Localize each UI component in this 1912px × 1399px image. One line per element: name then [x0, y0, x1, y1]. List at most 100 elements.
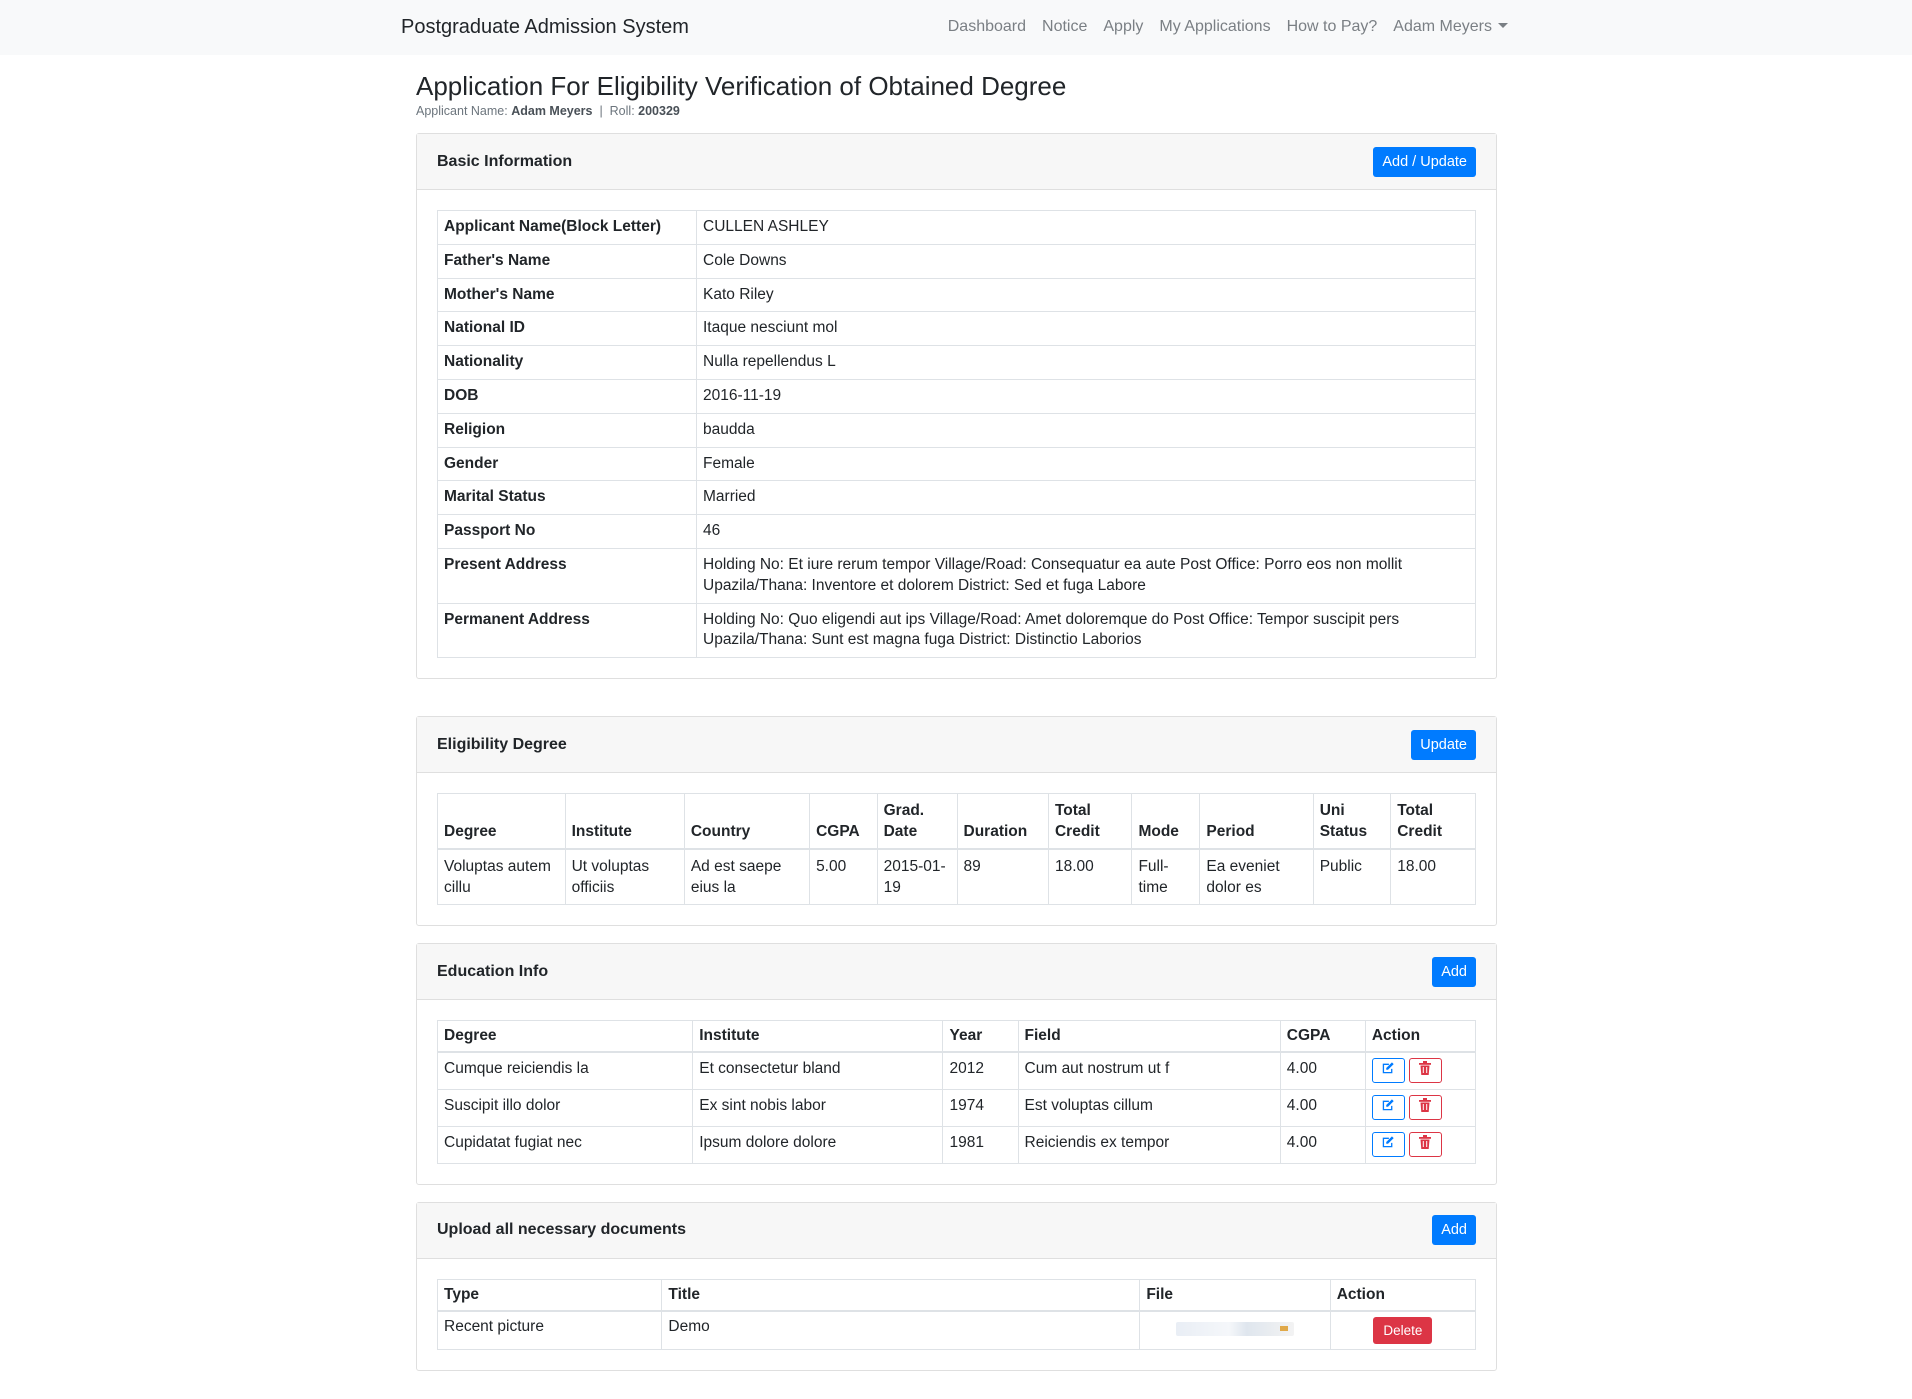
- doc-title: Demo: [661, 1310, 1141, 1350]
- column-header: File: [1139, 1278, 1331, 1312]
- trash-icon: [1419, 1097, 1432, 1117]
- column-header: Total Credit: [1047, 793, 1133, 851]
- nav-my-applications[interactable]: My Applications: [1159, 18, 1270, 36]
- nav-dashboard[interactable]: Dashboard: [948, 18, 1026, 36]
- delete-button[interactable]: [1408, 1131, 1442, 1157]
- field-value: Holding No: Et iure rerum tempor Village…: [696, 547, 1476, 604]
- basic-info-table: Applicant Name(Block Letter) CULLEN ASHLE…: [437, 210, 1476, 659]
- column-header: Degree: [437, 793, 566, 851]
- table-row: Nationality Nulla repellendus L: [437, 345, 1476, 380]
- edit-button[interactable]: [1371, 1058, 1405, 1084]
- field-value: Married: [696, 480, 1476, 516]
- eligibility-card: Eligibility Degree Update Degree Institut…: [416, 716, 1497, 927]
- user-dropdown[interactable]: Adam Meyers: [1393, 18, 1508, 36]
- education-table: Degree Institute Year Field CGPA Action Cumqu…: [436, 1020, 1477, 1164]
- delete-button[interactable]: [1408, 1058, 1442, 1084]
- applicant-label: Applicant Name:: [416, 104, 508, 118]
- column-header: Title: [661, 1278, 1141, 1312]
- table-cell: 1974: [942, 1088, 1019, 1127]
- table-cell: 2015-01-19: [876, 848, 958, 906]
- delete-document-button[interactable]: Delete: [1373, 1316, 1433, 1344]
- doc-file-cell: [1139, 1310, 1331, 1350]
- table-cell: Ut voluptas officiis: [564, 848, 685, 906]
- basic-info-card: Basic Information Add / Update Applicant…: [416, 133, 1497, 680]
- column-header: Action: [1329, 1278, 1477, 1312]
- trash-icon: [1419, 1061, 1432, 1080]
- top-navbar: Postgraduate Admission System Dashboard …: [0, 0, 1912, 55]
- column-header: Total Credit: [1390, 793, 1476, 851]
- field-value: 2016-11-19: [696, 378, 1476, 414]
- field-label: Permanent Address: [437, 602, 697, 659]
- table-cell: Ipsum dolore dolore: [692, 1125, 944, 1164]
- field-value: baudda: [696, 412, 1476, 448]
- column-header: CGPA: [809, 793, 878, 851]
- table-cell: Cumque reiciendis la: [436, 1051, 694, 1090]
- field-label: National ID: [437, 311, 697, 347]
- applicant-name: Adam Meyers: [511, 104, 593, 118]
- roll-number: 200329: [638, 104, 680, 118]
- field-label: Religion: [437, 412, 697, 448]
- field-value: Kato Riley: [696, 277, 1476, 313]
- delete-button[interactable]: [1408, 1094, 1442, 1120]
- field-label: Marital Status: [437, 480, 697, 516]
- field-label: Present Address: [437, 547, 697, 604]
- table-row: Father's Name Cole Downs: [437, 243, 1476, 279]
- roll-label: Roll:: [609, 104, 635, 118]
- field-label: Father's Name: [437, 243, 697, 279]
- table-row: Cupidatat fugiat nec Ipsum dolore dolore 1…: [436, 1125, 1477, 1164]
- add-document-button[interactable]: Add: [1432, 1215, 1476, 1246]
- file-thumbnail[interactable]: [1176, 1321, 1294, 1336]
- education-body: Degree Institute Year Field CGPA Action Cumqu…: [417, 1000, 1496, 1184]
- table-cell: 2012: [942, 1051, 1019, 1090]
- basic-info-title: Basic Information: [437, 152, 573, 170]
- table-cell: Suscipit illo dolor: [436, 1088, 694, 1127]
- table-row: Applicant Name(Block Letter) CULLEN ASHLE…: [437, 210, 1476, 245]
- field-value: CULLEN ASHLEY: [696, 210, 1476, 245]
- edit-icon: [1381, 1135, 1395, 1154]
- field-value: Nulla repellendus L: [696, 345, 1476, 380]
- table-cell: Est voluptas cillum: [1017, 1088, 1281, 1127]
- eligibility-body: Degree Institute Country CGPA Grad. Date Dura…: [417, 773, 1496, 925]
- table-cell: Voluptas autem cillu: [437, 848, 566, 906]
- column-header: Country: [683, 793, 811, 851]
- action-cell: [1364, 1051, 1477, 1090]
- education-title: Education Info: [437, 962, 549, 980]
- column-header: Type: [436, 1278, 663, 1312]
- field-value: Cole Downs: [696, 243, 1476, 279]
- edit-button[interactable]: [1371, 1094, 1405, 1120]
- column-header: Degree: [436, 1020, 694, 1054]
- eligibility-table: Degree Institute Country CGPA Grad. Date Dura…: [437, 793, 1476, 906]
- education-header: Education Info Add: [417, 944, 1496, 1001]
- eligibility-title: Eligibility Degree: [437, 735, 567, 753]
- brand-title[interactable]: Postgraduate Admission System: [401, 16, 689, 39]
- table-cell: 5.00: [809, 848, 878, 906]
- field-label: Passport No: [437, 514, 697, 549]
- basic-info-header: Basic Information Add / Update: [417, 134, 1496, 190]
- column-header: Duration: [956, 793, 1049, 851]
- trash-icon: [1419, 1134, 1432, 1154]
- table-cell: 4.00: [1279, 1125, 1366, 1164]
- field-value: Holding No: Quo eligendi aut ips Village…: [696, 602, 1476, 659]
- field-label: Nationality: [437, 345, 697, 380]
- field-label: Applicant Name(Block Letter): [437, 210, 697, 245]
- edit-button[interactable]: [1371, 1131, 1405, 1157]
- table-row: Gender Female: [437, 446, 1476, 482]
- column-header: CGPA: [1279, 1020, 1366, 1054]
- add-update-button[interactable]: Add / Update: [1373, 146, 1476, 177]
- column-header: Institute: [564, 793, 685, 851]
- table-cell: 4.00: [1279, 1051, 1366, 1090]
- main-content: Application For Eligibility Verification…: [416, 55, 1497, 1371]
- add-education-button[interactable]: Add: [1432, 956, 1476, 987]
- documents-body: Type Title File Action Recent picture Demo …: [417, 1259, 1496, 1370]
- doc-action-cell: Delete: [1329, 1310, 1477, 1350]
- nav-apply[interactable]: Apply: [1103, 18, 1143, 36]
- update-button[interactable]: Update: [1411, 729, 1476, 760]
- table-row: Cumque reiciendis la Et consectetur bland…: [436, 1051, 1477, 1090]
- page-title: Application For Eligibility Verification…: [416, 71, 1067, 101]
- table-cell: Cum aut nostrum ut f: [1017, 1051, 1281, 1090]
- nav-notice[interactable]: Notice: [1042, 18, 1087, 36]
- column-header: Field: [1017, 1020, 1281, 1054]
- table-row: Mother's Name Kato Riley: [437, 277, 1476, 313]
- nav-how-to-pay[interactable]: How to Pay?: [1287, 18, 1378, 36]
- education-card: Education Info Add Degree Institute Year Fi…: [416, 943, 1497, 1185]
